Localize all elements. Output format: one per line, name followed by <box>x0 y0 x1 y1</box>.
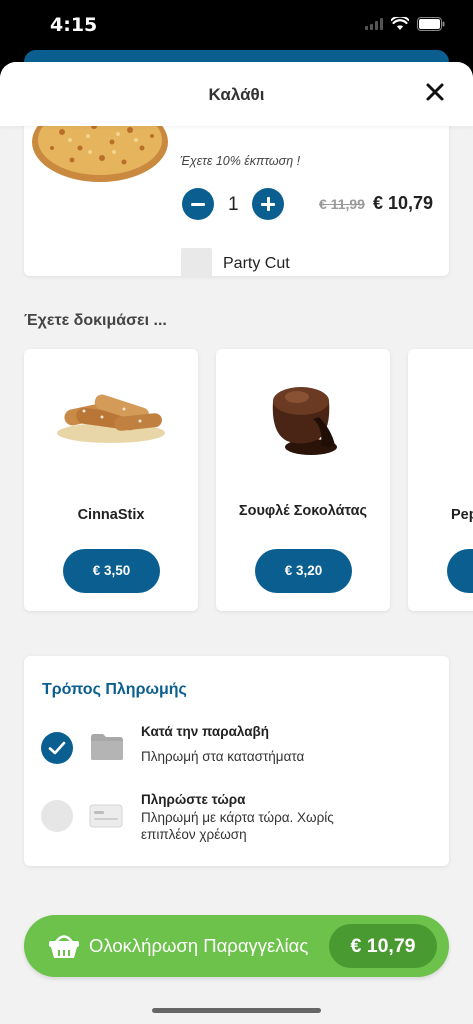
suggestion-card-cinnastix[interactable]: CinnaStix € 3,50 <box>24 349 198 611</box>
status-bar: 4:15 <box>0 0 473 56</box>
new-price: € 10,79 <box>373 193 434 213</box>
old-price: € 11,99 <box>319 196 365 212</box>
suggestion-name: Σουφλέ Σοκολάτας <box>238 503 368 519</box>
add-suggestion-button[interactable] <box>447 549 473 593</box>
discount-note: Έχετε 10% έκπτωση ! <box>180 154 301 168</box>
close-icon[interactable] <box>425 82 445 102</box>
increase-quantity-button[interactable] <box>252 188 284 220</box>
chocolate-souffle-image <box>272 387 337 455</box>
page-title: Καλάθι <box>208 85 265 104</box>
cellular-signal-icon <box>365 18 383 30</box>
wallet-icon <box>91 734 123 760</box>
suggestion-card-partial[interactable]: Pep <box>408 349 473 611</box>
status-icons <box>365 17 445 31</box>
pay-now-label: Πληρώστε τώρα <box>141 792 246 807</box>
pay-on-pickup-radio[interactable] <box>41 732 73 764</box>
credit-card-icon <box>89 804 123 828</box>
payment-method-card: Τρόπος Πληρωμής Κατά την παραλαβή Πληρωμ… <box>24 656 449 866</box>
battery-icon <box>417 17 445 31</box>
cart-sheet: Καλάθι Έχετε 10% έκπτωση ! 1 € 11,99 € 1… <box>0 62 473 1024</box>
decrease-quantity-button[interactable] <box>182 188 214 220</box>
suggestions-title: Έχετε δοκιμάσει ... <box>24 312 167 329</box>
complete-order-button[interactable]: Ολοκλήρωση Παραγγελίας € 10,79 <box>24 915 449 977</box>
party-cut-checkbox[interactable] <box>181 248 212 276</box>
quantity-value: 1 <box>228 194 239 215</box>
pay-now-description: Πληρωμή με κάρτα τώρα. Χωρίς επιπλέον χρ… <box>141 810 334 842</box>
status-time: 4:15 <box>50 14 98 36</box>
suggestion-name: CinnaStix <box>77 507 145 523</box>
pay-on-pickup-label: Κατά την παραλαβή <box>141 724 270 739</box>
order-total: € 10,79 <box>329 924 437 968</box>
wifi-icon <box>391 17 409 30</box>
add-cinnastix-button[interactable]: € 3,50 <box>63 549 160 593</box>
cinnastix-image <box>57 394 165 443</box>
sheet-header: Καλάθι <box>0 62 473 126</box>
complete-order-label: Ολοκλήρωση Παραγγελίας <box>89 935 309 956</box>
add-chocolate-souffle-button[interactable]: € 3,20 <box>255 549 352 593</box>
home-indicator <box>152 1008 321 1013</box>
pay-now-radio[interactable] <box>41 800 73 832</box>
pay-on-pickup-description: Πληρωμή στα καταστήματα <box>141 749 305 764</box>
suggestion-name: Pep <box>451 507 473 523</box>
party-cut-label: Party Cut <box>223 255 290 272</box>
suggestion-card-chocolate-souffle[interactable]: Σουφλέ Σοκολάτας € 3,20 <box>216 349 390 611</box>
payment-title: Τρόπος Πληρωμής <box>42 681 187 698</box>
checkmark-icon <box>48 741 66 755</box>
basket-icon <box>49 935 79 958</box>
